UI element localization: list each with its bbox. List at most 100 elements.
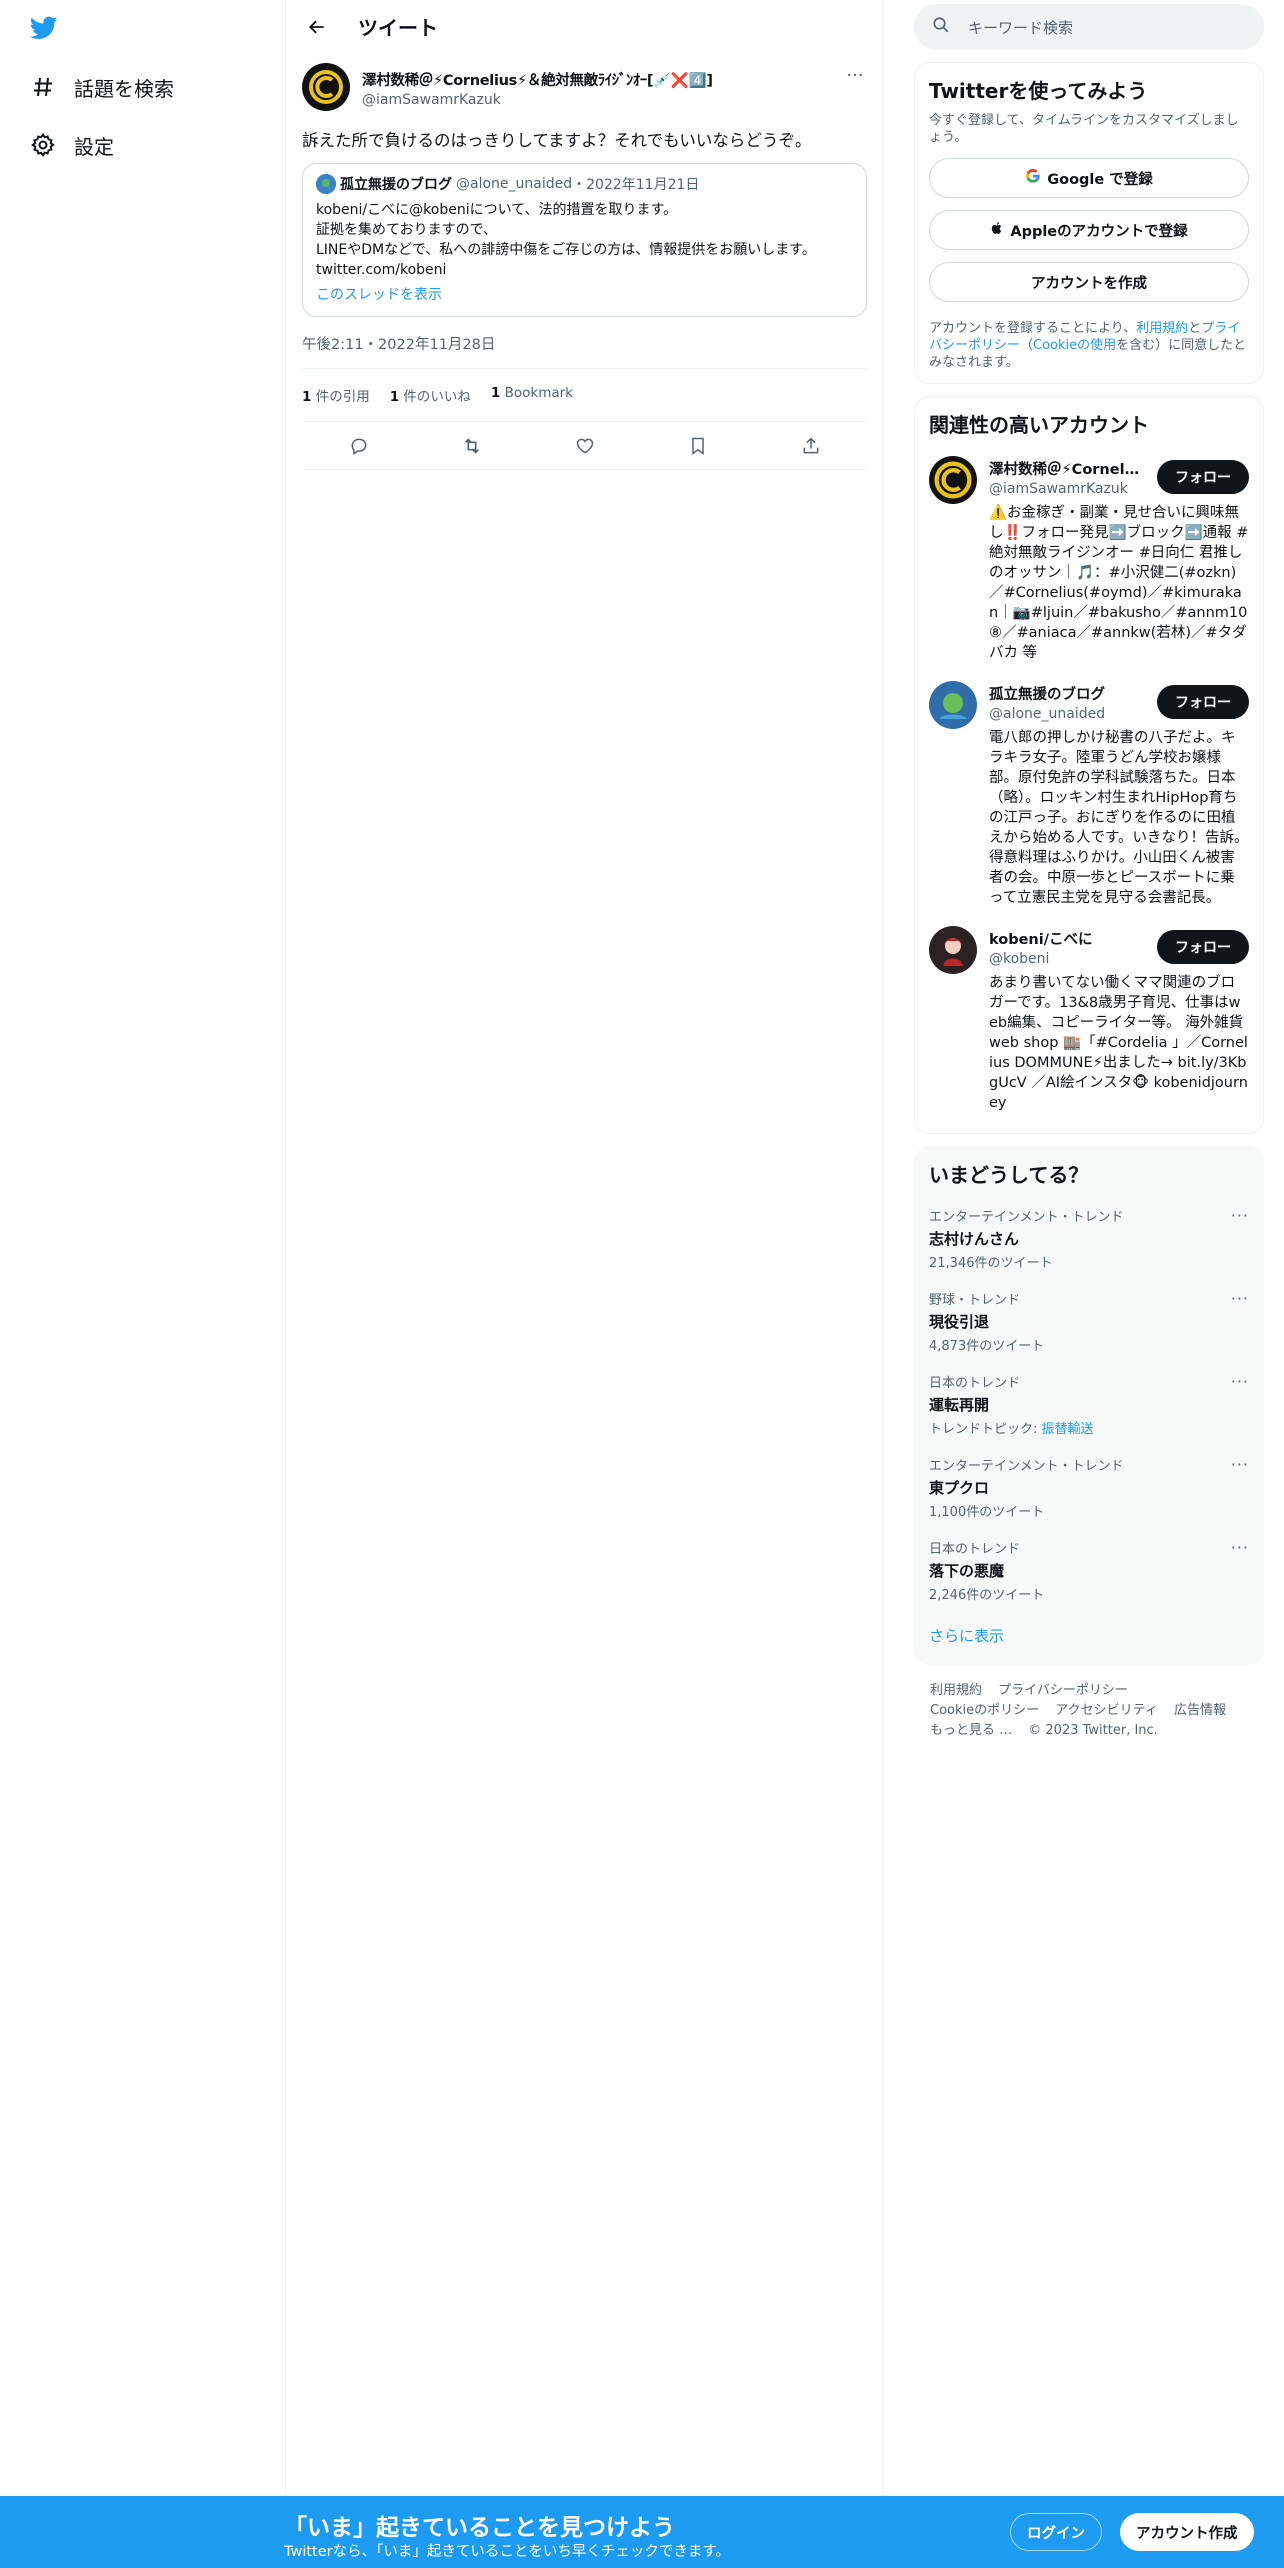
hashtag-icon bbox=[28, 72, 58, 102]
author-handle[interactable]: @iamSawamrKazuk bbox=[362, 92, 713, 108]
tweet-actions bbox=[302, 422, 867, 470]
account-bio: あまり書いてない働くママ関連のブロガーです。13&8歳男子育児、仕事はweb編集… bbox=[989, 975, 1248, 1111]
reply-icon[interactable] bbox=[342, 429, 376, 463]
right-sidebar: キーワード検索 Twitterを使ってみよう 今すぐ登録して、タイムラインをカス… bbox=[914, 0, 1264, 1741]
stat-quotes[interactable]: 1 件の引用 bbox=[302, 385, 370, 405]
trend-name: 志村けんさん bbox=[929, 1230, 1020, 1248]
signup-legal-text: アカウントを登録することにより、利用規約とプライバシーポリシー（Cookieの使… bbox=[929, 321, 1247, 370]
related-account[interactable]: kobeni/こべに @kobeni あまり書いてない働くママ関連のブロガーです… bbox=[929, 926, 1249, 1121]
left-nav: 話題を検索 設定 bbox=[0, 0, 286, 2496]
follow-button[interactable]: フォロー bbox=[1157, 685, 1249, 719]
footer-link-terms[interactable]: 利用規約 bbox=[930, 1683, 982, 1698]
trend-name: 東プクロ bbox=[929, 1479, 990, 1497]
quote-line: 証拠を集めておりますので、 bbox=[316, 222, 498, 238]
twitter-logo-icon[interactable] bbox=[28, 14, 60, 42]
account-bio: ⚠️お金稼ぎ・副業・見せ合いに興味無し‼️フォロー発見➡️ブロック➡️通報 #絶… bbox=[989, 505, 1249, 661]
page-title: ツイート bbox=[358, 16, 438, 40]
more-options-icon[interactable]: ··· bbox=[1231, 1289, 1249, 1308]
author-name[interactable]: 澤村数稀＠⚡Cornelius⚡＆絶対無敵ﾗｲｼﾞﾝｵｰ[💉❌4️⃣] bbox=[362, 69, 713, 90]
quote-line: twitter.com/kobeni bbox=[316, 262, 447, 278]
quoted-tweet[interactable]: 孤立無援のブログ @alone_unaided ・2022年11月21日 kob… bbox=[302, 163, 867, 317]
search-input[interactable]: キーワード検索 bbox=[914, 4, 1264, 50]
nav-settings[interactable]: 設定 bbox=[28, 125, 114, 165]
google-signup-button[interactable]: Google で登録 bbox=[929, 158, 1249, 198]
author-avatar[interactable] bbox=[302, 63, 350, 111]
account-name: 孤立無援のブログ bbox=[989, 687, 1105, 703]
footer-links: 利用規約 プライバシーポリシー Cookieのポリシー アクセシビリティ 広告情… bbox=[914, 1681, 1264, 1741]
trends-card: いまどうしてる？ エンターテインメント・トレンド 志村けんさん 21,346件の… bbox=[914, 1146, 1264, 1665]
terms-link[interactable]: 利用規約 bbox=[1136, 321, 1188, 336]
google-icon bbox=[1025, 168, 1041, 188]
trend-item[interactable]: 日本のトレンド 運転再開 トレンドトピック: 振替輸送 ··· bbox=[929, 1372, 1249, 1437]
quote-date: ・2022年11月21日 bbox=[572, 177, 700, 193]
show-thread-link[interactable]: このスレッドを表示 bbox=[316, 284, 853, 304]
quote-line: kobeni/こべに@kobeniについて、法的措置を取ります。 bbox=[316, 202, 678, 218]
footer-link-accessibility[interactable]: アクセシビリティ bbox=[1055, 1703, 1158, 1718]
footer-link-ads[interactable]: 広告情報 bbox=[1174, 1703, 1226, 1718]
more-options-icon[interactable]: ··· bbox=[1231, 1455, 1249, 1474]
trend-count: トレンドトピック: 振替輸送 bbox=[929, 1422, 1094, 1437]
search-icon bbox=[932, 16, 950, 38]
nav-explore[interactable]: 話題を検索 bbox=[28, 67, 174, 107]
account-avatar bbox=[929, 681, 977, 729]
account-bio: 電八郎の押しかけ秘書の八子だよ。キラキラ女子。陸軍うどん学校お嬢様部。原付免許の… bbox=[989, 730, 1249, 906]
signup-card: Twitterを使ってみよう 今すぐ登録して、タイムラインをカスタマイズしましょ… bbox=[914, 62, 1264, 384]
signup-button[interactable]: アカウント作成 bbox=[1120, 2513, 1254, 2551]
trend-topic-link[interactable]: 振替輸送 bbox=[1042, 1422, 1094, 1437]
login-button[interactable]: ログイン bbox=[1010, 2513, 1102, 2551]
more-options-icon[interactable]: ··· bbox=[1231, 1372, 1249, 1391]
follow-button[interactable]: フォロー bbox=[1157, 930, 1249, 964]
bottom-signup-bar: 「いま」起きていることを見つけよう Twitterなら、「いま」起きていることを… bbox=[0, 2496, 1284, 2568]
trend-item[interactable]: エンターテインメント・トレンド 志村けんさん 21,346件のツイート ··· bbox=[929, 1206, 1249, 1271]
bookmark-icon[interactable] bbox=[681, 429, 715, 463]
more-options-icon[interactable]: ··· bbox=[1231, 1206, 1249, 1225]
signup-title: Twitterを使ってみよう bbox=[929, 79, 1148, 103]
footer-link-more[interactable]: もっと見る … bbox=[930, 1723, 1012, 1738]
tweet-author: 澤村数稀＠⚡Cornelius⚡＆絶対無敵ﾗｲｼﾞﾝｵｰ[💉❌4️⃣] @iam… bbox=[302, 63, 867, 111]
more-options-icon[interactable]: ··· bbox=[843, 67, 867, 91]
trend-item[interactable]: エンターテインメント・トレンド 東プクロ 1,100件のツイート ··· bbox=[929, 1455, 1249, 1520]
tweet-stats: 1 件の引用 1 件のいいね 1 Bookmark bbox=[302, 369, 867, 422]
related-accounts-card: 関連性の高いアカウント 澤村数稀＠⚡Cornelius⚡＆絶対無敵ﾗｲｼﾞﾝｵｰ… bbox=[914, 396, 1264, 1134]
tweet-text: 訴えた所で負けるのはっきりしてますよ？それでもいいならどうぞ。 bbox=[302, 131, 812, 150]
related-account[interactable]: 孤立無援のブログ @alone_unaided 電八郎の押しかけ秘書の八子だよ。… bbox=[929, 681, 1249, 908]
trend-item[interactable]: 日本のトレンド 落下の悪魔 2,246件のツイート ··· bbox=[929, 1538, 1249, 1603]
back-arrow-icon[interactable] bbox=[300, 10, 334, 44]
trend-item[interactable]: 野球・トレンド 現役引退 4,873件のツイート ··· bbox=[929, 1289, 1249, 1354]
account-name: kobeni/こべに bbox=[989, 932, 1093, 948]
quote-author-handle: @alone_unaided bbox=[456, 176, 573, 192]
share-icon[interactable] bbox=[794, 429, 828, 463]
trend-category: 野球・トレンド bbox=[929, 1293, 1021, 1308]
apple-icon bbox=[990, 220, 1004, 240]
account-name: 澤村数稀＠⚡Cornelius⚡＆絶対無敵ﾗｲｼﾞﾝｵｰ bbox=[989, 462, 1144, 478]
trend-category: エンターテインメント・トレンド bbox=[929, 1210, 1124, 1225]
nav-explore-label: 話題を検索 bbox=[74, 76, 174, 101]
signup-subtitle: 今すぐ登録して、タイムラインをカスタマイズしましょう。 bbox=[929, 113, 1239, 145]
cookie-link[interactable]: Cookieの使用 bbox=[1033, 338, 1116, 353]
footer-copyright: © 2023 Twitter, Inc. bbox=[1028, 1723, 1158, 1738]
stat-likes[interactable]: 1 件のいいね bbox=[390, 385, 471, 405]
trends-title: いまどうしてる？ bbox=[929, 1163, 1089, 1187]
follow-button[interactable]: フォロー bbox=[1157, 460, 1249, 494]
trend-name: 運転再開 bbox=[929, 1396, 990, 1414]
retweet-icon[interactable] bbox=[455, 429, 489, 463]
quote-body: kobeni/こべに@kobeniについて、法的措置を取ります。 証拠を集めてお… bbox=[316, 200, 853, 280]
related-account[interactable]: 澤村数稀＠⚡Cornelius⚡＆絶対無敵ﾗｲｼﾞﾝｵｰ @iamSawamrK… bbox=[929, 456, 1249, 663]
bottom-bar-title: 「いま」起きていることを見つけよう bbox=[284, 2515, 675, 2541]
trend-count: 21,346件のツイート bbox=[929, 1256, 1053, 1271]
create-account-button[interactable]: アカウントを作成 bbox=[929, 262, 1249, 302]
account-avatar bbox=[929, 926, 977, 974]
apple-signup-button[interactable]: Appleのアカウントで登録 bbox=[929, 210, 1249, 250]
quote-avatar bbox=[316, 174, 336, 194]
trend-count: 4,873件のツイート bbox=[929, 1339, 1045, 1354]
show-more-link[interactable]: さらに表示 bbox=[929, 1625, 1249, 1652]
footer-link-privacy[interactable]: プライバシーポリシー bbox=[998, 1683, 1128, 1698]
stat-bookmarks[interactable]: 1 Bookmark bbox=[491, 385, 573, 405]
account-avatar bbox=[929, 456, 977, 504]
more-options-icon[interactable]: ··· bbox=[1231, 1538, 1249, 1557]
footer-link-cookies[interactable]: Cookieのポリシー bbox=[930, 1703, 1039, 1718]
related-title: 関連性の高いアカウント bbox=[929, 413, 1149, 437]
gear-icon bbox=[28, 130, 58, 160]
tweet-timestamp[interactable]: 午後2:11・2022年11月28日 bbox=[302, 333, 867, 369]
like-icon[interactable] bbox=[568, 429, 602, 463]
